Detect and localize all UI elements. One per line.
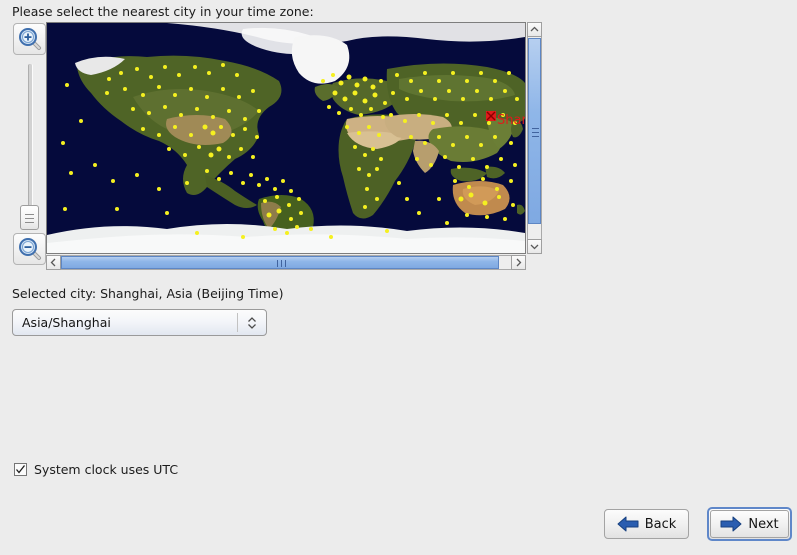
- map-vertical-scroll-thumb[interactable]: [528, 38, 541, 224]
- world-map-image[interactable]: Shanghai: [47, 23, 525, 253]
- magnifier-plus-icon: [19, 28, 41, 50]
- timezone-select[interactable]: Asia/Shanghai: [12, 309, 267, 336]
- zoom-out-button[interactable]: [13, 233, 46, 265]
- next-button[interactable]: Next: [707, 507, 792, 541]
- scroll-left-button[interactable]: [46, 255, 61, 270]
- map-zoom-slider[interactable]: [20, 64, 39, 230]
- up-down-chevron-icon: [248, 317, 256, 329]
- chevron-left-icon: [50, 258, 56, 267]
- world-map-viewport[interactable]: Shanghai: [46, 22, 526, 254]
- zoom-slider-thumb[interactable]: [20, 205, 39, 230]
- chevron-up-icon: [530, 26, 539, 32]
- timezone-map-panel: Shanghai: [12, 22, 542, 280]
- map-horizontal-scrollbar[interactable]: [46, 255, 526, 270]
- page-title: Please select the nearest city in your t…: [12, 4, 314, 19]
- red-x-marker-icon: [486, 111, 496, 121]
- timezone-select-value: Asia/Shanghai: [22, 315, 111, 330]
- combo-separator: [237, 313, 238, 332]
- chevron-right-icon: [516, 258, 522, 267]
- checkmark-icon: [16, 465, 26, 474]
- map-scroll-area: Shanghai: [46, 22, 542, 280]
- chevron-down-icon: [530, 244, 539, 250]
- back-button[interactable]: Back: [604, 509, 689, 539]
- map-zoom-controls: [12, 22, 48, 268]
- utc-checkbox-label: System clock uses UTC: [34, 462, 179, 477]
- zoom-in-button[interactable]: [13, 23, 46, 55]
- scroll-down-button[interactable]: [527, 239, 542, 254]
- scroll-up-button[interactable]: [527, 22, 542, 37]
- map-city-label: Shanghai: [497, 113, 525, 128]
- back-button-label: Back: [644, 516, 677, 532]
- arrow-left-icon: [617, 516, 639, 532]
- map-horizontal-scroll-thumb[interactable]: [61, 256, 499, 269]
- arrow-right-icon: [720, 516, 742, 532]
- map-vertical-scrollbar[interactable]: [527, 22, 542, 254]
- scroll-right-button[interactable]: [511, 255, 526, 270]
- magnifier-minus-icon: [19, 238, 41, 260]
- next-button-label: Next: [748, 516, 779, 532]
- selected-city-text: Selected city: Shanghai, Asia (Beijing T…: [12, 286, 284, 301]
